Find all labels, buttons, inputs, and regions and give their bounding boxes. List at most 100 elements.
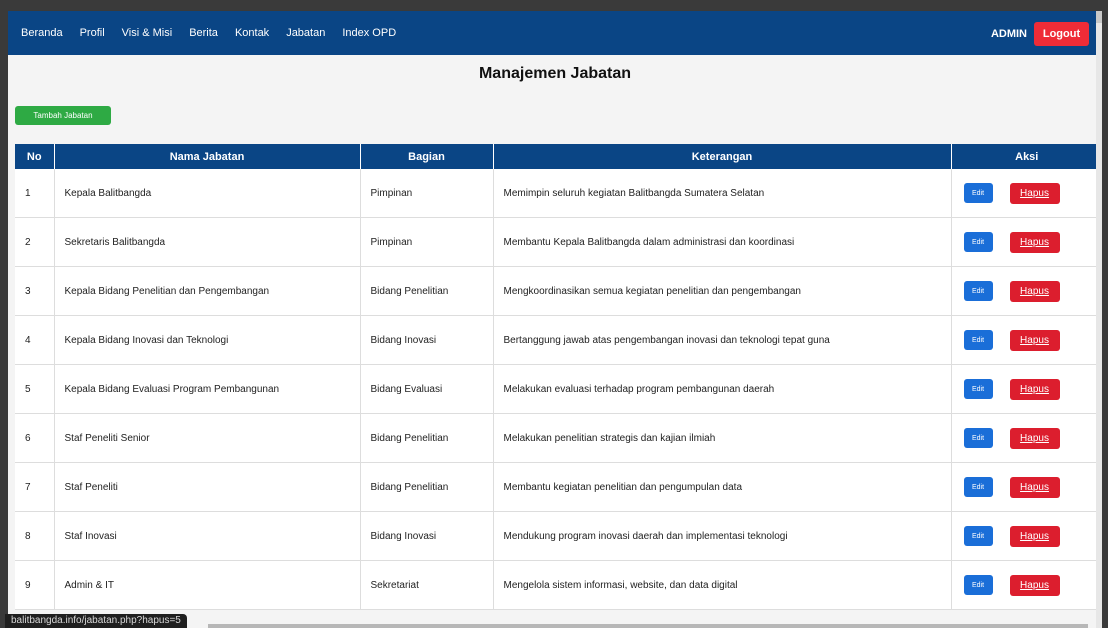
cell-no: 8 <box>15 511 55 561</box>
nav-link-beranda[interactable]: Beranda <box>21 27 63 39</box>
header-no: No <box>15 144 55 169</box>
cell-no: 6 <box>15 413 55 463</box>
nav-link-berita[interactable]: Berita <box>189 27 218 39</box>
cell-nama-jabatan: Staf Peneliti Senior <box>54 413 361 463</box>
cell-keterangan: Mengelola sistem informasi, website, dan… <box>493 560 952 610</box>
jabatan-table-container: No Nama Jabatan Bagian Keterangan Aksi 1… <box>15 144 1102 610</box>
cell-bagian: Pimpinan <box>360 169 494 218</box>
table-row: 2 Sekretaris Balitbangda Pimpinan Membantu … <box>15 217 1102 267</box>
nav-link-kontak[interactable]: Kontak <box>235 27 269 39</box>
table-row: 6 Staf Peneliti Senior Bidang Penelitian Me… <box>15 413 1102 463</box>
delete-button[interactable]: Hapus <box>1009 427 1060 449</box>
cell-aksi: Edit Hapus <box>951 364 1102 414</box>
admin-username: ADMIN <box>990 28 1027 40</box>
cell-bagian: Pimpinan <box>360 217 494 267</box>
status-bar-link-preview: balitbangda.info/jabatan.php?hapus=5 <box>5 614 187 628</box>
cell-aksi: Edit Hapus <box>951 462 1102 512</box>
cell-nama-jabatan: Kepala Bidang Penelitian dan Pengembanga… <box>54 266 361 316</box>
add-jabatan-button[interactable]: Tambah Jabatan <box>15 106 111 125</box>
table-row: 5 Kepala Bidang Evaluasi Program Pembangu… <box>15 364 1102 414</box>
cell-keterangan: Melakukan penelitian strategis dan kajia… <box>493 413 952 463</box>
cell-keterangan: Mendukung program inovasi daerah dan imp… <box>493 511 952 561</box>
delete-button[interactable]: Hapus <box>1009 231 1060 253</box>
cell-bagian: Bidang Inovasi <box>360 315 494 365</box>
nav-link-profil[interactable]: Profil <box>80 27 105 39</box>
cell-nama-jabatan: Kepala Bidang Evaluasi Program Pembangun… <box>54 364 361 414</box>
jabatan-table: No Nama Jabatan Bagian Keterangan Aksi 1… <box>15 144 1102 610</box>
delete-button[interactable]: Hapus <box>1009 378 1060 400</box>
cell-no: 4 <box>15 315 55 365</box>
edit-button[interactable]: Edit <box>963 232 993 252</box>
cell-aksi: Edit Hapus <box>951 560 1102 610</box>
table-body: 1 Kepala Balitbangda Pimpinan Memimpin selu… <box>15 169 1102 610</box>
cell-nama-jabatan: Sekretaris Balitbangda <box>54 217 361 267</box>
delete-button[interactable]: Hapus <box>1009 329 1060 351</box>
browser-viewport: Beranda Profil Visi & Misi Berita Kontak… <box>8 11 1102 628</box>
cell-no: 2 <box>15 217 55 267</box>
edit-button[interactable]: Edit <box>963 379 993 399</box>
cell-no: 3 <box>15 266 55 316</box>
edit-button[interactable]: Edit <box>963 575 993 595</box>
top-navbar: Beranda Profil Visi & Misi Berita Kontak… <box>8 11 1102 55</box>
nav-link-jabatan[interactable]: Jabatan <box>286 27 325 39</box>
nav-links: Beranda Profil Visi & Misi Berita Kontak… <box>21 27 413 39</box>
delete-button[interactable]: Hapus <box>1009 574 1060 596</box>
table-row: 9 Admin & IT Sekretariat Mengelola sistem i… <box>15 560 1102 610</box>
delete-button[interactable]: Hapus <box>1009 525 1060 547</box>
cell-nama-jabatan: Staf Peneliti <box>54 462 361 512</box>
table-row: 4 Kepala Bidang Inovasi dan Teknologi Bida… <box>15 315 1102 365</box>
cell-aksi: Edit Hapus <box>951 315 1102 365</box>
header-nama-jabatan: Nama Jabatan <box>54 144 361 169</box>
cell-nama-jabatan: Staf Inovasi <box>54 511 361 561</box>
cell-keterangan: Mengkoordinasikan semua kegiatan penelit… <box>493 266 952 316</box>
cell-aksi: Edit Hapus <box>951 511 1102 561</box>
cell-keterangan: Memimpin seluruh kegiatan Balitbangda Su… <box>493 169 952 218</box>
edit-button[interactable]: Edit <box>963 477 993 497</box>
nav-link-index-opd[interactable]: Index OPD <box>342 27 396 39</box>
scrollbar-thumb[interactable] <box>1096 11 1102 23</box>
cell-aksi: Edit Hapus <box>951 169 1102 218</box>
table-row: 7 Staf Peneliti Bidang Penelitian Membantu … <box>15 462 1102 512</box>
logout-button[interactable]: Logout <box>1034 22 1089 46</box>
cell-keterangan: Bertanggung jawab atas pengembangan inov… <box>493 315 952 365</box>
table-row: 8 Staf Inovasi Bidang Inovasi Mendukung pro… <box>15 511 1102 561</box>
header-bagian: Bagian <box>360 144 494 169</box>
cell-no: 1 <box>15 169 55 218</box>
edit-button[interactable]: Edit <box>963 330 993 350</box>
cell-aksi: Edit Hapus <box>951 217 1102 267</box>
cell-no: 9 <box>15 560 55 610</box>
nav-user-area: ADMIN Logout <box>991 22 1089 46</box>
cell-nama-jabatan: Kepala Balitbangda <box>54 169 361 218</box>
cell-bagian: Bidang Penelitian <box>360 266 494 316</box>
header-keterangan: Keterangan <box>493 144 952 169</box>
cell-aksi: Edit Hapus <box>951 413 1102 463</box>
cell-keterangan: Membantu Kepala Balitbangda dalam admini… <box>493 217 952 267</box>
edit-button[interactable]: Edit <box>963 526 993 546</box>
edit-button[interactable]: Edit <box>963 428 993 448</box>
table-row: 3 Kepala Bidang Penelitian dan Pengembang… <box>15 266 1102 316</box>
cell-bagian: Bidang Penelitian <box>360 462 494 512</box>
edit-button[interactable]: Edit <box>963 183 993 203</box>
delete-button[interactable]: Hapus <box>1009 182 1060 204</box>
cell-nama-jabatan: Admin & IT <box>54 560 361 610</box>
cell-keterangan: Melakukan evaluasi terhadap program pemb… <box>493 364 952 414</box>
cell-bagian: Sekretariat <box>360 560 494 610</box>
cell-no: 5 <box>15 364 55 414</box>
table-row: 1 Kepala Balitbangda Pimpinan Memimpin selu… <box>15 169 1102 218</box>
vertical-scrollbar[interactable] <box>1096 11 1102 628</box>
cell-keterangan: Membantu kegiatan penelitian dan pengump… <box>493 462 952 512</box>
nav-link-visi-misi[interactable]: Visi & Misi <box>122 27 173 39</box>
cell-bagian: Bidang Evaluasi <box>360 364 494 414</box>
cell-bagian: Bidang Penelitian <box>360 413 494 463</box>
cell-aksi: Edit Hapus <box>951 266 1102 316</box>
delete-button[interactable]: Hapus <box>1009 280 1060 302</box>
cell-nama-jabatan: Kepala Bidang Inovasi dan Teknologi <box>54 315 361 365</box>
table-header-row: No Nama Jabatan Bagian Keterangan Aksi <box>15 144 1102 169</box>
header-aksi: Aksi <box>951 144 1102 169</box>
horizontal-scrollbar[interactable] <box>208 624 1088 628</box>
page-title: Manajemen Jabatan <box>478 65 632 82</box>
edit-button[interactable]: Edit <box>963 281 993 301</box>
cell-no: 7 <box>15 462 55 512</box>
cell-bagian: Bidang Inovasi <box>360 511 494 561</box>
delete-button[interactable]: Hapus <box>1009 476 1060 498</box>
